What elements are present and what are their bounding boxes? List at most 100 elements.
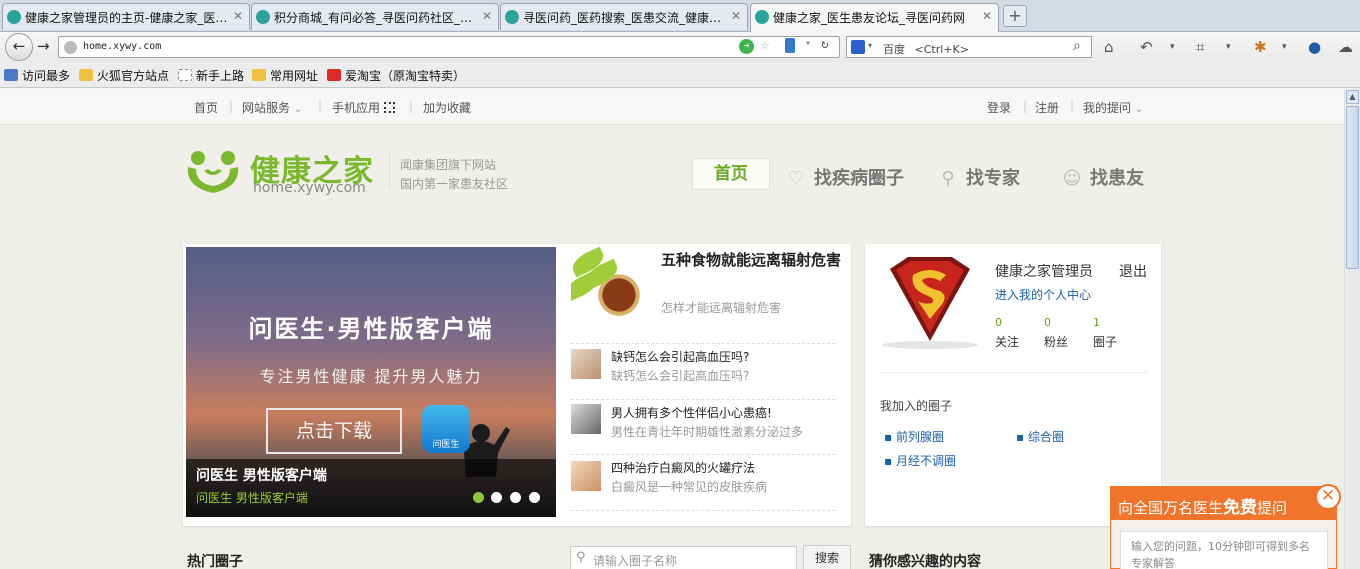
folder-icon xyxy=(252,69,266,81)
chat-icon[interactable]: ☁ xyxy=(1338,38,1353,56)
mainnav-find-patients[interactable]: ☺ 找患友 xyxy=(1062,164,1144,190)
slider-dot-2[interactable] xyxy=(491,492,502,503)
personal-center-link[interactable]: 进入我的个人中心 xyxy=(995,286,1091,303)
forward-button[interactable]: → xyxy=(37,37,50,55)
ask-question-input[interactable]: 输入您的问题，10分钟即可得到多名专家解答 xyxy=(1120,531,1328,569)
browser-tab-4-active[interactable]: 健康之家_医生患友论坛_寻医问药网 ✕ xyxy=(750,3,999,32)
user-avatar[interactable] xyxy=(880,255,980,351)
close-tab-icon[interactable]: ✕ xyxy=(982,9,992,23)
slider-dot-4[interactable] xyxy=(529,492,540,503)
user-name[interactable]: 健康之家管理员 xyxy=(995,261,1093,281)
mobile-icon[interactable] xyxy=(785,38,795,53)
circle-link[interactable]: ▪ 综合圈 xyxy=(1016,428,1064,445)
crop-dropdown-icon[interactable]: ▾ xyxy=(1226,42,1231,52)
addon-icon[interactable]: ✱ xyxy=(1254,38,1267,56)
topnav-home[interactable]: 首页 xyxy=(194,99,218,116)
search-engine-name: 百度 xyxy=(883,43,905,56)
search-box[interactable]: ▾ 百度 <Ctrl+K> ⌕ xyxy=(846,36,1092,58)
logout-link[interactable]: 退出 xyxy=(1119,261,1147,281)
circle-search-button[interactable]: 搜索 xyxy=(803,545,851,569)
home-icon[interactable]: ⌂ xyxy=(1104,38,1114,56)
back-button[interactable]: ← xyxy=(5,33,33,61)
folder-icon xyxy=(79,69,93,81)
article-thumbnail[interactable] xyxy=(571,461,601,491)
article-title[interactable]: 缺钙怎么会引起高血压吗? xyxy=(611,348,749,365)
circle-search-input[interactable]: ⚲ 请输入圈子名称 xyxy=(570,546,797,569)
addon-dropdown-icon[interactable]: ▾ xyxy=(1282,42,1287,52)
slider-dot-1[interactable] xyxy=(473,492,484,503)
article-title[interactable]: 五种食物就能远离辐射危害 xyxy=(661,249,841,271)
topnav-login[interactable]: 登录 xyxy=(987,99,1011,116)
fans-count[interactable]: 0 xyxy=(1044,316,1051,329)
bookmark-getting-started[interactable]: 新手上路 xyxy=(178,67,244,84)
bookmark-star-icon[interactable]: ☆ xyxy=(761,37,769,53)
circle-label: 前列腺圈 xyxy=(895,430,944,444)
bookmark-label: 访问最多 xyxy=(22,69,71,83)
close-tab-icon[interactable]: ✕ xyxy=(482,9,492,23)
bookmark-most-visited[interactable]: 访问最多 xyxy=(4,67,70,84)
article-thumbnail[interactable] xyxy=(571,404,601,434)
browser-tab-2[interactable]: 积分商城_有问必答_寻医问药社区_… ✕ xyxy=(251,3,499,30)
banner-download-button[interactable]: 点击下载 xyxy=(266,408,402,454)
crop-icon[interactable]: ⌗ xyxy=(1196,38,1204,56)
vertical-scrollbar[interactable]: ▲ xyxy=(1344,89,1360,569)
search-placeholder: 请输入圈子名称 xyxy=(593,554,678,568)
search-magnifier-icon[interactable]: ⌕ xyxy=(1073,38,1081,54)
bookmark-common-sites[interactable]: 常用网址 xyxy=(252,67,318,84)
topnav-add-favorite[interactable]: 加为收藏 xyxy=(423,99,471,116)
site-logo-icon[interactable] xyxy=(184,149,242,195)
globe-icon xyxy=(64,41,77,54)
topnav-services[interactable]: 网站服务 ⌄ xyxy=(242,99,302,116)
article-thumbnail-tea[interactable] xyxy=(571,247,651,327)
bookmark-label: 常用网址 xyxy=(270,69,319,83)
circle-link[interactable]: ▪ 月经不调圈 xyxy=(884,452,956,469)
topnav-register[interactable]: 注册 xyxy=(1035,99,1059,116)
circle-link[interactable]: ▪ 前列腺圈 xyxy=(884,428,944,445)
new-tab-button[interactable]: + xyxy=(1003,5,1027,27)
tab-title: 健康之家_医生患友论坛_寻医问药网 xyxy=(773,11,966,25)
search-engine-dropdown-icon[interactable]: ▾ xyxy=(868,41,872,50)
banner-caption[interactable]: 问医生 男性版客户端 问医生 男性版客户端 xyxy=(186,459,556,517)
fans-label[interactable]: 粉丝 xyxy=(1044,333,1068,350)
article-title[interactable]: 四种治疗白癜风的火罐疗法 xyxy=(611,459,755,476)
mainnav-find-expert[interactable]: ⚲ 找专家 xyxy=(938,164,1020,190)
mainnav-disease-circles[interactable]: ♡ 找疾病圈子 xyxy=(786,164,904,190)
chat-bubble-icon: ☺ xyxy=(1062,168,1082,189)
mainnav-home[interactable]: 首页 xyxy=(692,158,770,190)
slider-dot-3[interactable] xyxy=(510,492,521,503)
reload-icon[interactable]: ↻ xyxy=(821,37,829,52)
topnav-my-questions[interactable]: 我的提问 ⌄ xyxy=(1083,99,1143,116)
undo-dropdown-icon[interactable]: ▾ xyxy=(1170,42,1175,52)
scrollbar-thumb[interactable] xyxy=(1346,106,1359,269)
scroll-up-arrow-icon[interactable]: ▲ xyxy=(1346,90,1359,104)
close-tab-icon[interactable]: ✕ xyxy=(731,9,741,23)
address-bar[interactable]: home.xywy.com ➜ ☆ ▾ ↻ xyxy=(58,36,840,58)
separator: | xyxy=(229,99,234,113)
site-top-nav: 首页 | 网站服务 ⌄ | 手机应用 | 加为收藏 登录 | 注册 | 我的提问… xyxy=(0,89,1344,125)
bookmark-label: 新手上路 xyxy=(196,69,245,83)
qrcode-icon xyxy=(383,102,395,113)
undo-icon[interactable]: ↶ xyxy=(1140,38,1153,56)
close-icon[interactable]: ✕ xyxy=(1315,484,1341,510)
dropdown-arrow-icon[interactable]: ▾ xyxy=(805,38,811,49)
following-label[interactable]: 关注 xyxy=(995,333,1019,350)
circles-label[interactable]: 圈子 xyxy=(1093,333,1117,350)
browser-tab-3[interactable]: 寻医问药_医药搜索_医患交流_健康… ✕ xyxy=(500,3,748,30)
article-thumbnail[interactable] xyxy=(571,349,601,379)
bookmark-firefox-site[interactable]: 火狐官方站点 xyxy=(79,67,169,84)
close-tab-icon[interactable]: ✕ xyxy=(233,9,243,23)
browser-tab-1[interactable]: 健康之家管理员的主页-健康之家_医… ✕ xyxy=(2,3,250,30)
article-title[interactable]: 男人拥有多个性伴侣小心患癌! xyxy=(611,404,772,421)
topnav-mobile-app[interactable]: 手机应用 xyxy=(332,99,395,116)
app-icon-label: 问医生 xyxy=(432,440,460,450)
banner-caption-title: 问医生 男性版客户端 xyxy=(196,468,327,484)
go-arrow-icon[interactable]: ➜ xyxy=(739,39,754,54)
browser-tab-bar: 健康之家管理员的主页-健康之家_医… ✕ 积分商城_有问必答_寻医问药社区_… … xyxy=(0,0,1360,32)
article-summary: 男性在青壮年时期雄性激素分泌过多 xyxy=(611,425,804,439)
divider xyxy=(880,372,1148,373)
banner-slider[interactable]: 问医生·男性版客户端 专注男性健康 提升男人魅力 点击下载 问医生 问医生 男性… xyxy=(186,247,556,517)
following-count[interactable]: 0 xyxy=(995,316,1002,329)
bookmark-aitaobao[interactable]: 爱淘宝（原淘宝特卖） xyxy=(327,67,465,84)
circles-count[interactable]: 1 xyxy=(1093,316,1100,329)
globe-sync-icon[interactable]: ● xyxy=(1308,38,1321,56)
